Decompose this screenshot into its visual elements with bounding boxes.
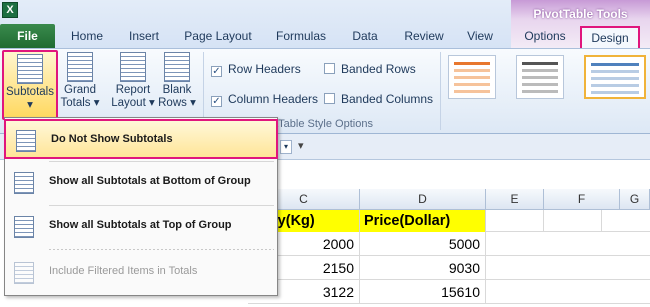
column-headers-label: Column Headers bbox=[228, 92, 319, 106]
subtotals-label: Subtotals bbox=[6, 86, 54, 98]
tab-options[interactable]: Options bbox=[515, 26, 575, 48]
grand-totals-button[interactable]: Grand Totals ▾ bbox=[60, 50, 100, 120]
name-box-dropdown-icon[interactable]: ▾ bbox=[280, 140, 292, 154]
style-line bbox=[522, 90, 558, 93]
column-header-d[interactable]: D bbox=[360, 189, 486, 210]
empty-cells[interactable] bbox=[486, 232, 650, 307]
style-line bbox=[522, 76, 558, 79]
style-line bbox=[591, 77, 639, 80]
subtotals-bottom-icon bbox=[14, 172, 34, 194]
formula-bar-resize-icon[interactable]: ▾ bbox=[298, 139, 304, 152]
no-subtotals-icon bbox=[16, 130, 36, 152]
tab-page-layout[interactable]: Page Layout bbox=[178, 26, 258, 48]
table-cell[interactable]: 9030 bbox=[360, 256, 486, 280]
tab-design[interactable]: Design bbox=[580, 26, 640, 48]
menu-item-label: Show all Subtotals at Bottom of Group bbox=[49, 175, 251, 187]
blank-rows-label-2: Rows bbox=[158, 97, 187, 109]
style-line bbox=[522, 69, 558, 72]
tab-insert[interactable]: Insert bbox=[118, 26, 170, 48]
banded-rows-label: Banded Rows bbox=[341, 62, 416, 76]
blank-rows-icon bbox=[164, 52, 190, 82]
style-line bbox=[454, 83, 490, 86]
tab-file[interactable]: File bbox=[0, 24, 55, 48]
tab-data[interactable]: Data bbox=[344, 26, 386, 48]
style-line bbox=[454, 90, 490, 93]
checkmark-icon: ✓ bbox=[211, 96, 222, 107]
menu-item-subtotals-top[interactable]: Show all Subtotals at Top of Group bbox=[4, 207, 278, 247]
table-cell[interactable]: 5000 bbox=[360, 232, 486, 256]
blank-rows-label-1: Blank bbox=[162, 84, 192, 96]
unchecked-box-icon bbox=[324, 93, 335, 104]
report-layout-label-2: Layout bbox=[111, 97, 146, 109]
style-line bbox=[454, 62, 490, 65]
banded-rows-checkbox[interactable]: Banded Rows bbox=[324, 61, 416, 79]
unchecked-box-icon bbox=[324, 63, 335, 74]
menu-item-do-not-show-subtotals[interactable]: Do Not Show Subtotals bbox=[4, 119, 278, 159]
empty-cells[interactable] bbox=[486, 210, 650, 232]
pivot-style-swatch-blue[interactable] bbox=[584, 55, 646, 99]
report-layout-button[interactable]: Report Layout ▾ bbox=[110, 50, 156, 120]
filter-totals-icon bbox=[14, 262, 34, 284]
tab-home[interactable]: Home bbox=[62, 26, 112, 48]
cell-header-price[interactable]: Price(Dollar) bbox=[360, 210, 486, 232]
menu-item-label: Include Filtered Items in Totals bbox=[49, 265, 198, 277]
pivot-style-swatch-orange[interactable] bbox=[448, 55, 496, 99]
row-headers-label: Row Headers bbox=[228, 62, 301, 76]
column-header-e[interactable]: E bbox=[486, 189, 544, 210]
banded-columns-checkbox[interactable]: Banded Columns bbox=[324, 91, 433, 109]
row-headers-checkbox[interactable]: ✓ Row Headers bbox=[211, 61, 301, 79]
style-line bbox=[454, 76, 490, 79]
blank-rows-button[interactable]: Blank Rows ▾ bbox=[158, 50, 196, 120]
style-line bbox=[522, 62, 558, 65]
subtotals-button[interactable]: Subtotals ▾ bbox=[2, 50, 58, 120]
report-layout-label-1: Report bbox=[115, 84, 151, 96]
menu-separator bbox=[49, 205, 274, 206]
style-line bbox=[591, 91, 639, 94]
menu-separator bbox=[49, 249, 274, 250]
menu-separator bbox=[49, 161, 274, 162]
checkmark-icon: ✓ bbox=[211, 66, 222, 77]
grand-totals-icon bbox=[67, 52, 93, 82]
style-options-group-label: otTable Style Options bbox=[269, 118, 373, 130]
style-line bbox=[591, 70, 639, 73]
banded-columns-label: Banded Columns bbox=[341, 92, 434, 106]
menu-item-label: Do Not Show Subtotals bbox=[51, 133, 173, 145]
tab-review[interactable]: Review bbox=[396, 26, 452, 48]
table-cell[interactable]: 15610 bbox=[360, 280, 486, 304]
pivottable-tools-label: PivotTable Tools bbox=[533, 7, 628, 21]
dropdown-arrow-icon: ▾ bbox=[27, 99, 33, 111]
column-header-g[interactable]: G bbox=[620, 189, 650, 210]
tab-view[interactable]: View bbox=[458, 26, 502, 48]
excel-app-icon[interactable]: X bbox=[2, 2, 18, 18]
tab-formulas[interactable]: Formulas bbox=[266, 26, 336, 48]
style-line bbox=[522, 83, 558, 86]
grand-totals-label-2: Totals bbox=[60, 97, 91, 109]
menu-item-subtotals-bottom[interactable]: Show all Subtotals at Bottom of Group bbox=[4, 163, 278, 203]
menu-item-include-filtered: Include Filtered Items in Totals bbox=[4, 253, 278, 293]
grand-totals-label-1: Grand bbox=[64, 84, 96, 96]
column-headers-checkbox[interactable]: ✓ Column Headers bbox=[211, 91, 318, 109]
ribbon-divider bbox=[440, 52, 441, 130]
report-layout-icon bbox=[120, 52, 146, 82]
style-line bbox=[591, 84, 639, 87]
menu-item-label: Show all Subtotals at Top of Group bbox=[49, 219, 232, 231]
style-line bbox=[454, 69, 490, 72]
column-header-f[interactable]: F bbox=[544, 189, 620, 210]
subtotals-icon bbox=[17, 54, 43, 84]
subtotals-top-icon bbox=[14, 216, 34, 238]
style-line bbox=[591, 63, 639, 66]
pivot-style-swatch-gray[interactable] bbox=[516, 55, 564, 99]
